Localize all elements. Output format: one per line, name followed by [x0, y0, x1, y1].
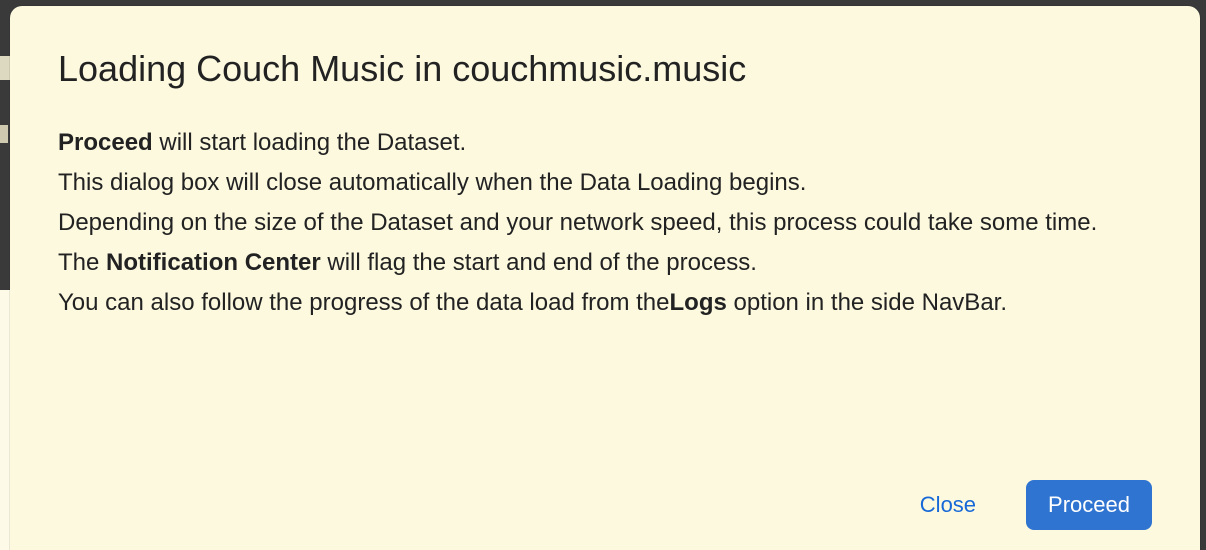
- close-button[interactable]: Close: [898, 480, 998, 530]
- logs-keyword: Logs: [670, 289, 727, 316]
- dialog-title: Loading Couch Music in couchmusic.music: [58, 46, 1152, 91]
- body-text: The: [58, 249, 106, 276]
- background-fragment: [0, 125, 8, 143]
- body-line: Depending on the size of the Dataset and…: [58, 203, 1152, 243]
- body-text: will flag the start and end of the proce…: [321, 249, 757, 276]
- dialog-body: Proceed will start loading the Dataset. …: [58, 123, 1152, 464]
- body-line: The Notification Center will flag the st…: [58, 243, 1152, 283]
- loading-dataset-dialog: Loading Couch Music in couchmusic.music …: [10, 6, 1200, 550]
- notification-center-keyword: Notification Center: [106, 249, 321, 276]
- dialog-footer: Close Proceed: [58, 464, 1152, 530]
- proceed-button[interactable]: Proceed: [1026, 480, 1152, 530]
- body-line: You can also follow the progress of the …: [58, 283, 1152, 323]
- body-text: option in the side NavBar.: [727, 289, 1007, 316]
- body-text: will start loading the Dataset.: [153, 129, 467, 156]
- body-line: This dialog box will close automatically…: [58, 163, 1152, 203]
- proceed-keyword: Proceed: [58, 129, 153, 156]
- body-line: Proceed will start loading the Dataset.: [58, 123, 1152, 163]
- background-fragment: [0, 56, 10, 80]
- body-text: You can also follow the progress of the …: [58, 289, 670, 316]
